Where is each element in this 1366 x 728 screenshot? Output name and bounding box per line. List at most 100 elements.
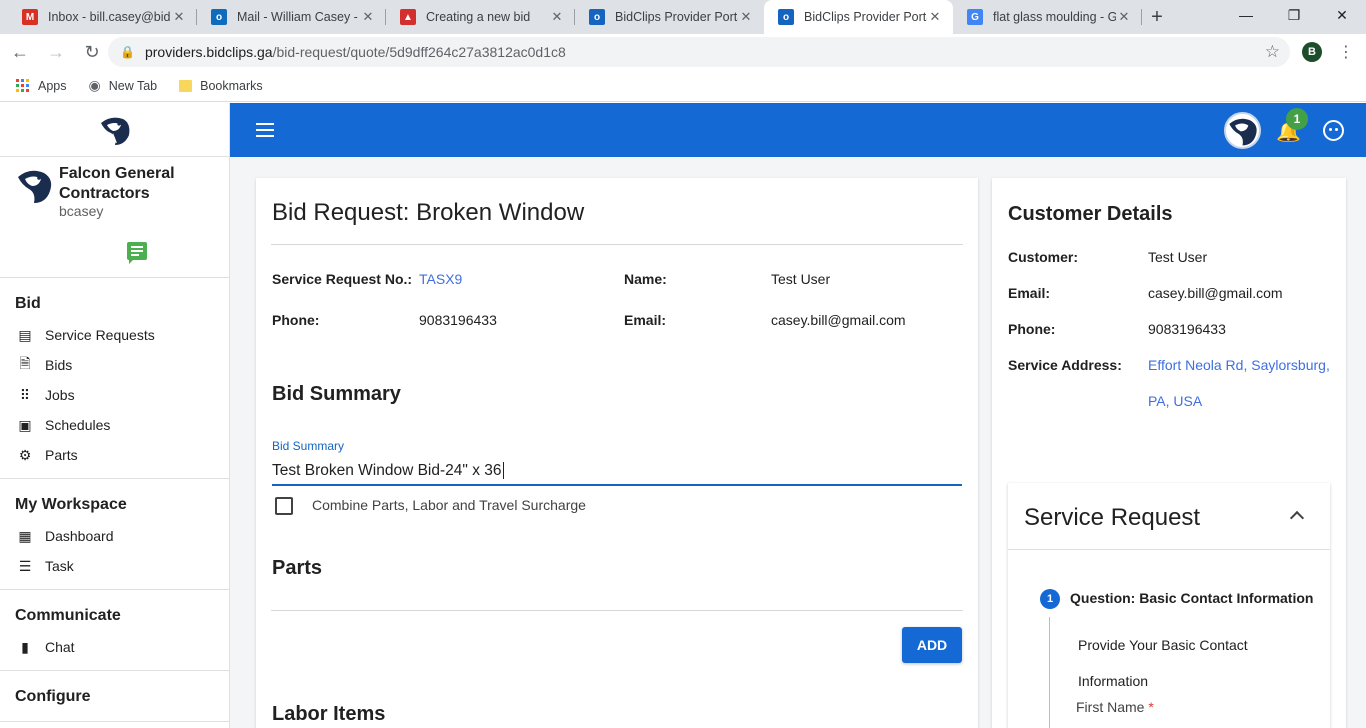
sidebar-item-label: Schedules bbox=[45, 417, 111, 433]
sidebar-item-label: Bids bbox=[45, 357, 73, 373]
window-controls: — ❐ ✕ bbox=[1222, 0, 1366, 30]
app-header: 🔔 1 bbox=[230, 103, 1366, 157]
message-icon[interactable] bbox=[127, 242, 147, 264]
sidebar-item[interactable]: ⠿ Jobs bbox=[0, 380, 229, 410]
back-button[interactable]: ← bbox=[4, 36, 36, 68]
main-content: Bid Request: Broken Window Service Reque… bbox=[230, 157, 1366, 728]
sidebar-item[interactable]: ⚙ Parts bbox=[0, 440, 229, 470]
minimize-button[interactable]: — bbox=[1222, 0, 1270, 30]
header-avatar[interactable] bbox=[1224, 112, 1261, 149]
sidebar-item[interactable]: ▮ Chat bbox=[0, 632, 229, 662]
first-name-text: First Name bbox=[1076, 699, 1145, 715]
organization-panel: Falcon General Contractors bcasey bbox=[0, 157, 229, 278]
sidebar-item[interactable]: ▤ Service Requests bbox=[0, 320, 229, 350]
browser-tab[interactable]: Gflat glass moulding - Go ✕ bbox=[953, 0, 1142, 34]
step-connector bbox=[1049, 617, 1050, 728]
user-account-icon[interactable] bbox=[1323, 120, 1344, 141]
phone-label: Phone: bbox=[272, 312, 320, 328]
org-avatar[interactable] bbox=[14, 165, 54, 205]
sidebar-logo-bar bbox=[0, 103, 229, 157]
forward-button[interactable]: → bbox=[40, 36, 72, 68]
service-address-line1[interactable]: Effort Neola Rd, Saylorsburg, bbox=[1148, 357, 1330, 373]
browser-tab[interactable]: M Inbox - bill.casey@bidc ✕ bbox=[8, 0, 197, 34]
sidebar-item[interactable]: ▣ Schedules bbox=[0, 410, 229, 440]
bookmark-new-tab[interactable]: ◉ New Tab bbox=[89, 77, 158, 94]
sidebar-section: Communicate ▮ Chat bbox=[0, 590, 229, 671]
chat-icon: ▮ bbox=[21, 638, 29, 655]
close-tab-icon[interactable]: ✕ bbox=[1116, 9, 1132, 25]
customer-details-card: Customer Details Customer: Test User Ema… bbox=[992, 178, 1346, 728]
gmail-icon: M bbox=[22, 9, 38, 25]
restore-button[interactable]: ❐ bbox=[1270, 0, 1318, 30]
address-bar[interactable]: 🔒 providers.bidclips.ga/bid-request/quot… bbox=[108, 37, 1290, 67]
sidebar-section-title: Configure bbox=[15, 688, 91, 705]
browser-tab[interactable]: o Mail - William Casey - C ✕ bbox=[197, 0, 386, 34]
contact-icon: ▣ bbox=[18, 416, 32, 433]
bookmark-label: New Tab bbox=[108, 78, 158, 93]
labor-items-heading: Labor Items bbox=[272, 703, 386, 725]
tab-title: BidClips Provider Portal bbox=[615, 10, 738, 24]
url-path: /bid-request/quote/5d9dff264c27a3812ac0d… bbox=[272, 44, 566, 60]
phone-value: 9083196433 bbox=[419, 312, 497, 328]
sidebar-item[interactable]: ▦ Dashboard bbox=[0, 521, 229, 551]
service-requests-icon: ▤ bbox=[18, 326, 32, 343]
add-part-button[interactable]: ADD bbox=[902, 627, 962, 663]
sidebar-section-title: Bid bbox=[15, 295, 41, 312]
url-host: providers.bidclips.ga bbox=[144, 44, 273, 60]
service-request-no-link[interactable]: TASX9 bbox=[419, 271, 462, 287]
bid-summary-heading: Bid Summary bbox=[272, 383, 401, 405]
bookmark-label: Apps bbox=[38, 78, 67, 93]
apps-grid-icon bbox=[16, 78, 30, 93]
new-tab-button[interactable]: + bbox=[1142, 0, 1172, 34]
divider bbox=[271, 610, 963, 611]
sidebar-section-title: My Workspace bbox=[15, 496, 127, 513]
sidebar-item[interactable]: 🗎 Bids bbox=[0, 350, 229, 380]
close-tab-icon[interactable]: ✕ bbox=[738, 9, 754, 25]
bookmark-folder[interactable]: Bookmarks bbox=[179, 79, 263, 93]
sidebar-section: My Workspace ▦ Dashboard ☰ Task bbox=[0, 479, 229, 590]
service-address-label: Service Address: bbox=[1008, 357, 1122, 373]
tab-title: flat glass moulding - Go bbox=[993, 10, 1116, 24]
customer-details-heading: Customer Details bbox=[1008, 203, 1173, 225]
combine-checkbox[interactable] bbox=[275, 497, 293, 515]
close-tab-icon[interactable]: ✕ bbox=[360, 9, 376, 25]
step-title: Question: Basic Contact Information bbox=[1070, 590, 1314, 606]
grid-icon: ⠿ bbox=[19, 386, 31, 403]
customer-email-label: Email: bbox=[1008, 285, 1051, 301]
profile-avatar[interactable]: B bbox=[1302, 42, 1322, 62]
notification-badge: 1 bbox=[1286, 108, 1308, 130]
bookmarks-bar: Apps ◉ New Tab Bookmarks bbox=[0, 70, 1366, 102]
close-tab-icon[interactable]: ✕ bbox=[927, 9, 943, 25]
customer-phone-value: 9083196433 bbox=[1148, 321, 1226, 337]
parts-heading: Parts bbox=[272, 557, 323, 579]
close-window-button[interactable]: ✕ bbox=[1318, 0, 1366, 30]
close-tab-icon[interactable]: ✕ bbox=[549, 9, 565, 25]
folder-icon bbox=[179, 79, 193, 92]
org-name: Falcon General Contractors bbox=[59, 165, 175, 202]
bookmark-star-icon[interactable]: ☆ bbox=[1265, 42, 1280, 62]
sidebar: Falcon General Contractors bcasey Bid ▤ Se… bbox=[0, 103, 230, 728]
bookmark-apps[interactable]: Apps bbox=[16, 78, 67, 93]
combine-label: Combine Parts, Labor and Travel Surcharg… bbox=[312, 497, 586, 513]
menu-toggle-icon[interactable] bbox=[256, 123, 274, 141]
falcon-logo-icon[interactable] bbox=[97, 113, 133, 147]
customer-value: Test User bbox=[1148, 249, 1208, 265]
chevron-up-icon[interactable] bbox=[1289, 510, 1305, 526]
browser-menu-icon[interactable]: ⋮ bbox=[1338, 42, 1354, 62]
browser-tab[interactable]: o BidClips Provider Portal ✕ bbox=[764, 0, 953, 34]
reload-button[interactable]: ↻ bbox=[76, 36, 108, 68]
bidclips-icon: o bbox=[589, 9, 605, 25]
lock-icon: 🔒 bbox=[120, 45, 135, 59]
browser-tab[interactable]: o BidClips Provider Portal ✕ bbox=[575, 0, 764, 34]
bid-summary-input[interactable]: Test Broken Window Bid-24" x 36 bbox=[272, 462, 962, 486]
browser-tab[interactable]: ▲ Creating a new bid ✕ bbox=[386, 0, 575, 34]
tab-title: Inbox - bill.casey@bidc bbox=[48, 10, 171, 24]
sidebar-item[interactable]: ☰ Task bbox=[0, 551, 229, 581]
service-address-line2[interactable]: PA, USA bbox=[1148, 393, 1202, 409]
name-value: Test User bbox=[771, 271, 831, 287]
bookmark-label: Bookmarks bbox=[200, 78, 263, 93]
sidebar-section: Configure bbox=[0, 671, 229, 722]
bidclips-icon: o bbox=[778, 9, 794, 25]
close-tab-icon[interactable]: ✕ bbox=[171, 9, 187, 25]
outlook-icon: o bbox=[211, 9, 227, 25]
